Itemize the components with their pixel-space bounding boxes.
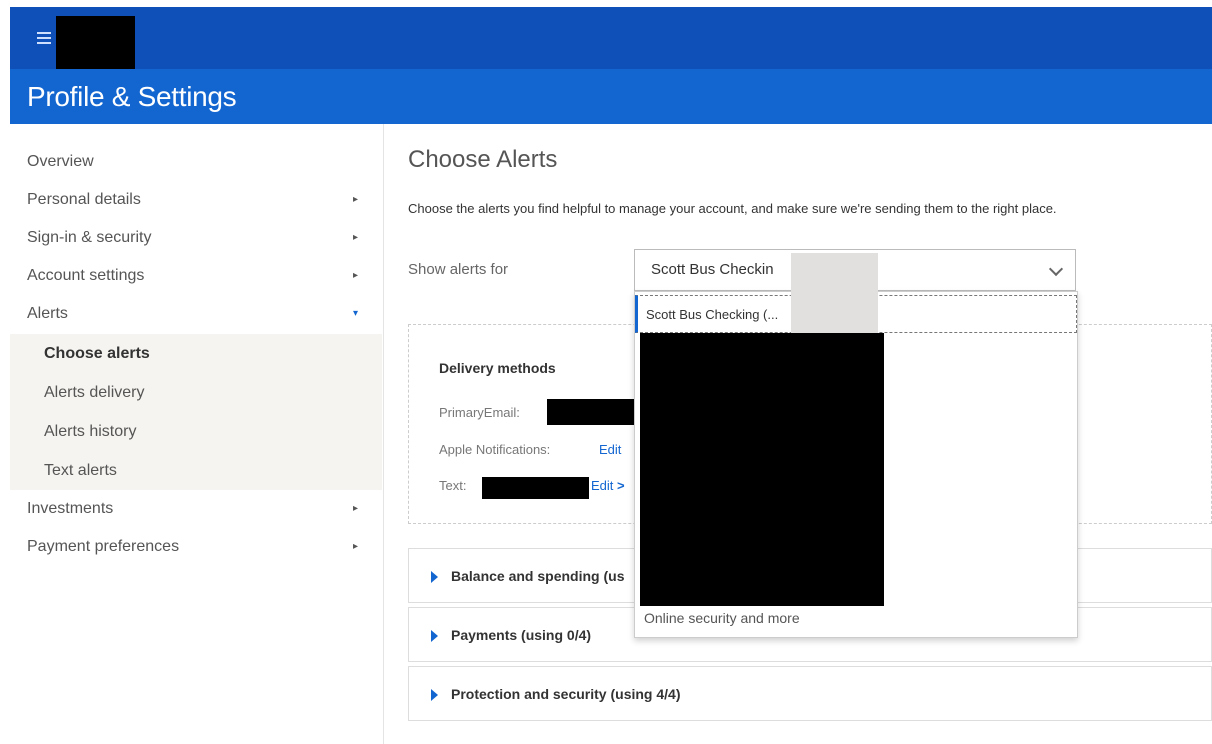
sidebar-subitem-alerts-history[interactable]: Alerts history [10,412,382,451]
primary-email-label: PrimaryEmail: [439,405,520,420]
dropdown-option-online-security[interactable]: Online security and more [644,610,800,626]
accordion-protection-security[interactable]: Protection and security (using 4/4) [408,666,1212,721]
redacted-account-number [791,253,878,333]
section-title: Choose Alerts [408,146,558,173]
sidebar-subitem-label: Choose alerts [44,345,150,362]
top-bar [10,7,1212,69]
sidebar-item-investments[interactable]: Investments ▸ [10,490,382,528]
accordion-label: Protection and security (using 4/4) [451,686,681,702]
account-dropdown-list: Scott Bus Checking (... Online security … [634,291,1078,638]
caret-right-icon: ▸ [353,232,359,243]
sidebar-item-label: Personal details [27,191,141,208]
sidebar-item-label: Overview [27,153,94,170]
sidebar-subitem-label: Alerts delivery [44,384,145,401]
redacted-logo [56,16,135,69]
sidebar-item-personal-details[interactable]: Personal details ▸ [10,181,382,219]
chevron-right-icon: > [617,478,625,493]
apple-edit-link[interactable]: Edit [599,442,621,457]
sidebar-item-label: Alerts [27,305,68,322]
sidebar-item-label: Investments [27,500,114,517]
accordion-label: Balance and spending (us [451,568,625,584]
accordion-label: Payments (using 0/4) [451,627,592,643]
sidebar-item-payment-preferences[interactable]: Payment preferences ▸ [10,528,382,566]
text-label: Text: [439,478,467,493]
delivery-methods-title: Delivery methods [439,360,556,376]
sidebar-item-overview[interactable]: Overview [10,143,382,181]
text-edit-label: Edit [591,478,614,493]
redacted-phone [482,477,589,499]
expand-triangle-icon [431,571,438,583]
sidebar-subitem-text-alerts[interactable]: Text alerts [10,451,382,490]
hamburger-menu-icon[interactable] [37,32,55,48]
title-bar: Profile & Settings [10,69,1212,124]
sidebar-item-sign-in-security[interactable]: Sign-in & security ▸ [10,219,382,257]
expand-triangle-icon [431,630,438,642]
sidebar-item-label: Account settings [27,267,145,284]
dropdown-option-label: Scott Bus Checking (... [646,307,779,322]
sidebar-item-alerts[interactable]: Alerts ▾ [10,295,382,333]
text-edit-link[interactable]: Edit > [591,478,625,493]
page-title: Profile & Settings [27,81,237,112]
caret-right-icon: ▸ [353,503,359,514]
caret-down-icon: ▾ [353,308,359,319]
account-select-value: Scott Bus Checkin [651,261,774,278]
sidebar-item-label: Sign-in & security [27,229,152,246]
sidebar-subitem-alerts-delivery[interactable]: Alerts delivery [10,373,382,412]
caret-right-icon: ▸ [353,194,359,205]
sidebar-subitem-choose-alerts[interactable]: Choose alerts [10,334,382,373]
caret-right-icon: ▸ [353,541,359,552]
redacted-options [640,333,884,606]
caret-right-icon: ▸ [353,270,359,281]
sidebar-subitem-label: Alerts history [44,423,137,440]
show-alerts-label: Show alerts for [408,261,509,278]
sidebar-item-account-settings[interactable]: Account settings ▸ [10,257,382,295]
sidebar-nav: Overview Personal details ▸ Sign-in & se… [10,124,384,744]
expand-triangle-icon [431,689,438,701]
chevron-down-icon [1048,261,1064,277]
intro-text: Choose the alerts you find helpful to ma… [408,201,1057,216]
sidebar-subitem-label: Text alerts [44,462,117,479]
redacted-email [547,399,637,425]
apple-notifications-label: Apple Notifications: [439,442,551,457]
sidebar-item-label: Payment preferences [27,538,180,555]
